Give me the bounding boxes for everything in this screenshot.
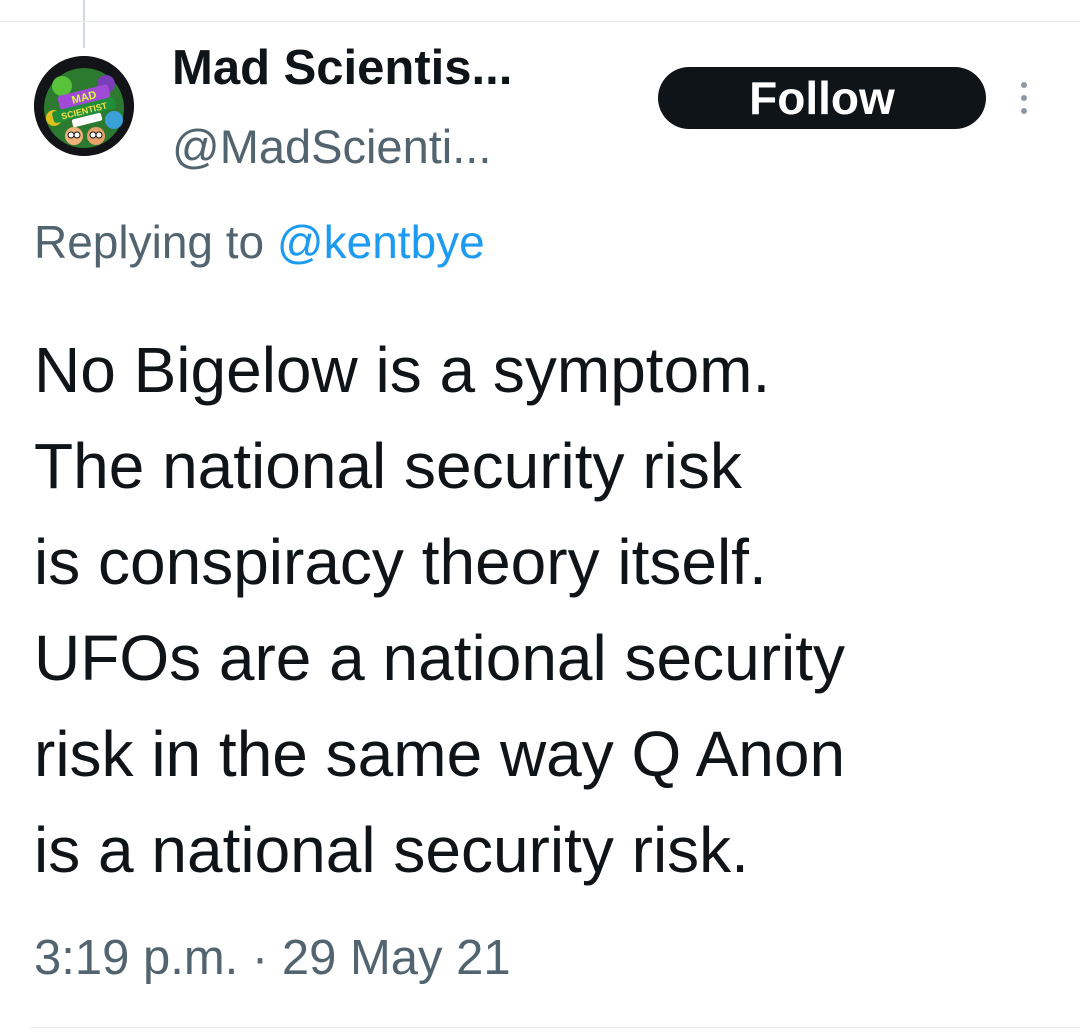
follow-button[interactable]: Follow bbox=[658, 67, 986, 129]
more-vertical-icon[interactable] bbox=[1010, 78, 1040, 118]
tweet-text-line: risk in the same way Q Anon bbox=[34, 718, 846, 790]
reply-mention-link[interactable]: @kentbye bbox=[277, 216, 485, 268]
thread-connector-line bbox=[83, 0, 85, 48]
replying-to: Replying to @kentbye bbox=[34, 214, 485, 270]
mad-scientist-podcast-logo-icon: MAD SCIENTIST bbox=[34, 56, 134, 156]
tweet-text: No Bigelow is a symptom. The national se… bbox=[34, 322, 1074, 898]
tweet-text-line: The national security risk bbox=[34, 430, 742, 502]
user-handle[interactable]: @MadScienti... bbox=[172, 120, 491, 174]
tweet-text-line: UFOs are a national security bbox=[34, 622, 845, 694]
tweet-timestamp[interactable]: 3:19 p.m. · 29 May 21 bbox=[34, 928, 511, 988]
tweet-text-line: No Bigelow is a symptom. bbox=[34, 334, 771, 406]
display-name[interactable]: Mad Scientis... bbox=[172, 40, 512, 96]
replying-to-label: Replying to bbox=[34, 216, 277, 268]
tweet-text-line: is a national security risk. bbox=[34, 814, 749, 886]
top-divider bbox=[0, 21, 1080, 22]
tweet-text-line: is conspiracy theory itself. bbox=[34, 526, 767, 598]
bottom-divider bbox=[30, 1027, 1080, 1028]
avatar[interactable]: MAD SCIENTIST bbox=[34, 56, 134, 156]
